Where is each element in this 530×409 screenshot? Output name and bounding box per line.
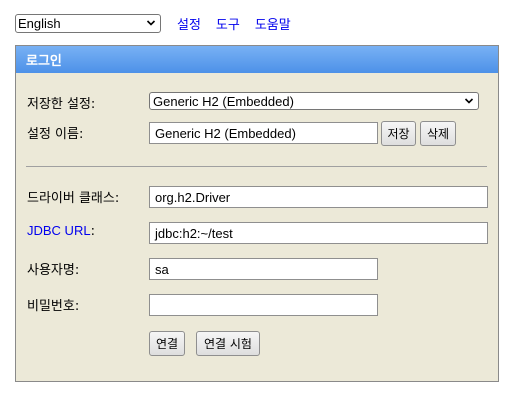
save-button[interactable]: 저장 (381, 121, 416, 146)
language-select-value: English (18, 15, 61, 31)
chevron-down-icon (146, 20, 156, 26)
jdbc-url-colon: : (90, 224, 95, 239)
help-link[interactable]: 도움말 (255, 14, 291, 33)
driver-class-label: 드라이버 클래스: (27, 191, 120, 206)
top-bar: English 설정 도구 도움말 (15, 12, 291, 34)
driver-class-input[interactable]: org.h2.Driver (149, 186, 488, 208)
jdbc-url-label-group: JDBC URL: (27, 223, 95, 239)
setting-name-input[interactable]: Generic H2 (Embedded) (149, 122, 378, 144)
saved-settings-select-value: Generic H2 (Embedded) (153, 93, 294, 109)
saved-settings-select[interactable]: Generic H2 (Embedded) (149, 92, 479, 110)
settings-link[interactable]: 설정 (177, 14, 201, 33)
saved-settings-label: 저장한 설정: (27, 97, 96, 112)
username-input[interactable]: sa (149, 258, 378, 280)
login-panel-title: 로그인 (16, 46, 498, 73)
tools-link[interactable]: 도구 (216, 14, 240, 33)
delete-button[interactable]: 삭제 (420, 121, 456, 146)
test-connection-button[interactable]: 연결 시험 (196, 331, 260, 356)
username-label: 사용자명: (27, 263, 80, 278)
connect-button[interactable]: 연결 (149, 331, 185, 356)
jdbc-url-link[interactable]: JDBC URL (27, 223, 91, 238)
language-select[interactable]: English (15, 13, 161, 33)
divider (26, 166, 487, 167)
setting-name-label: 설정 이름: (27, 127, 84, 142)
chevron-down-icon (464, 98, 474, 104)
login-panel: 로그인 저장한 설정: Generic H2 (Embedded) 설정 이름:… (15, 45, 499, 382)
password-input[interactable] (149, 294, 378, 316)
jdbc-url-input[interactable]: jdbc:h2:~/test (149, 222, 488, 244)
password-label: 비밀번호: (27, 299, 80, 314)
